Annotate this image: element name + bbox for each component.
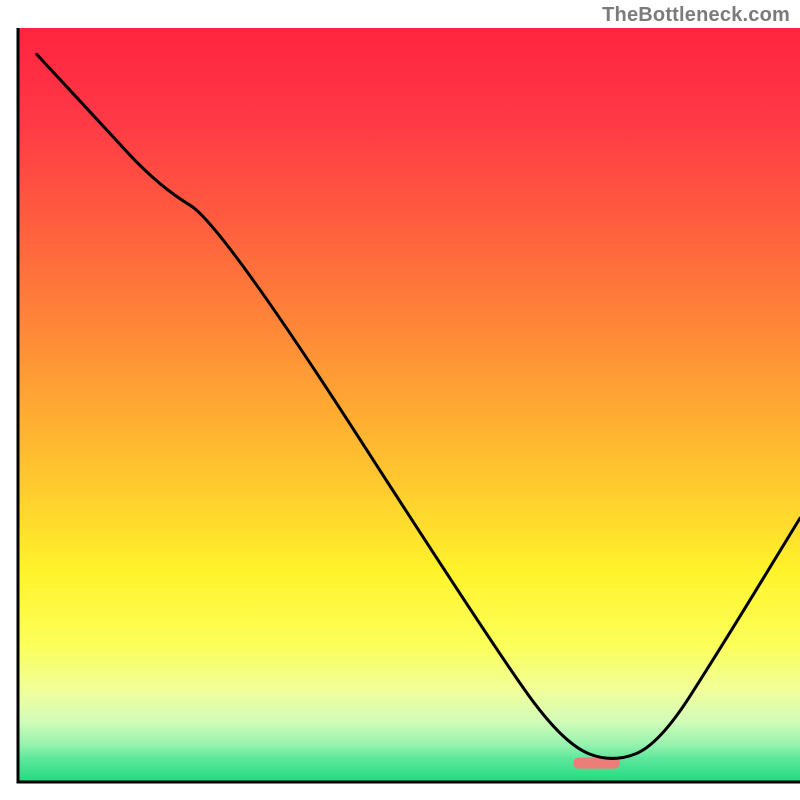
chart-stage: TheBottleneck.com	[0, 0, 800, 800]
watermark-text: TheBottleneck.com	[602, 4, 790, 27]
gradient-background	[18, 28, 800, 782]
chart-canvas	[0, 0, 800, 800]
